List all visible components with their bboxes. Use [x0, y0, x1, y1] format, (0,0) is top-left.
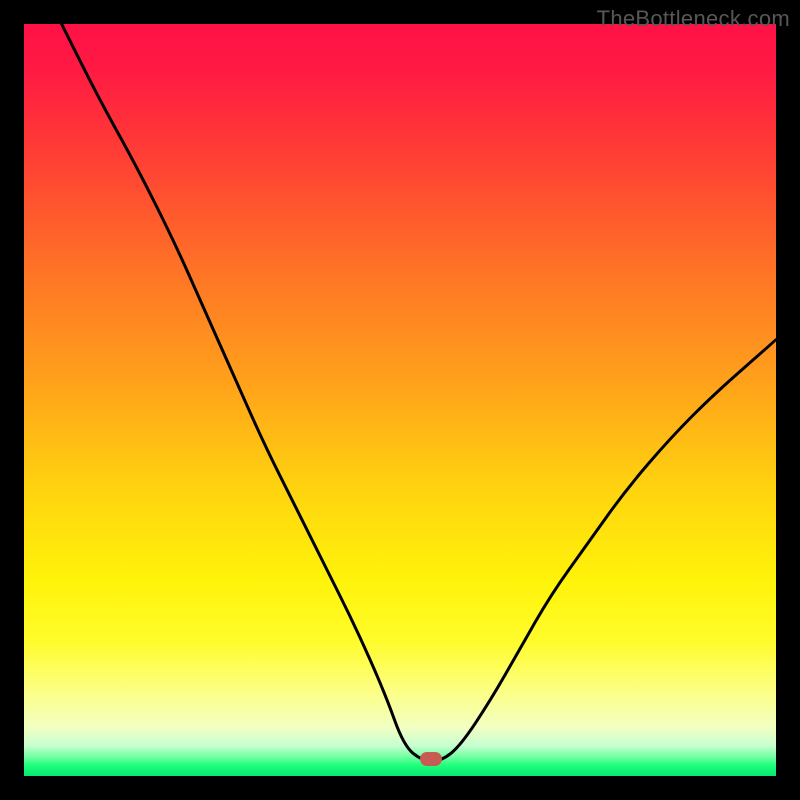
chart-frame: TheBottleneck.com: [0, 0, 800, 800]
watermark-text: TheBottleneck.com: [597, 6, 790, 32]
plot-area: [24, 24, 776, 776]
bottleneck-curve: [24, 24, 776, 776]
optimal-point-marker: [420, 752, 442, 766]
